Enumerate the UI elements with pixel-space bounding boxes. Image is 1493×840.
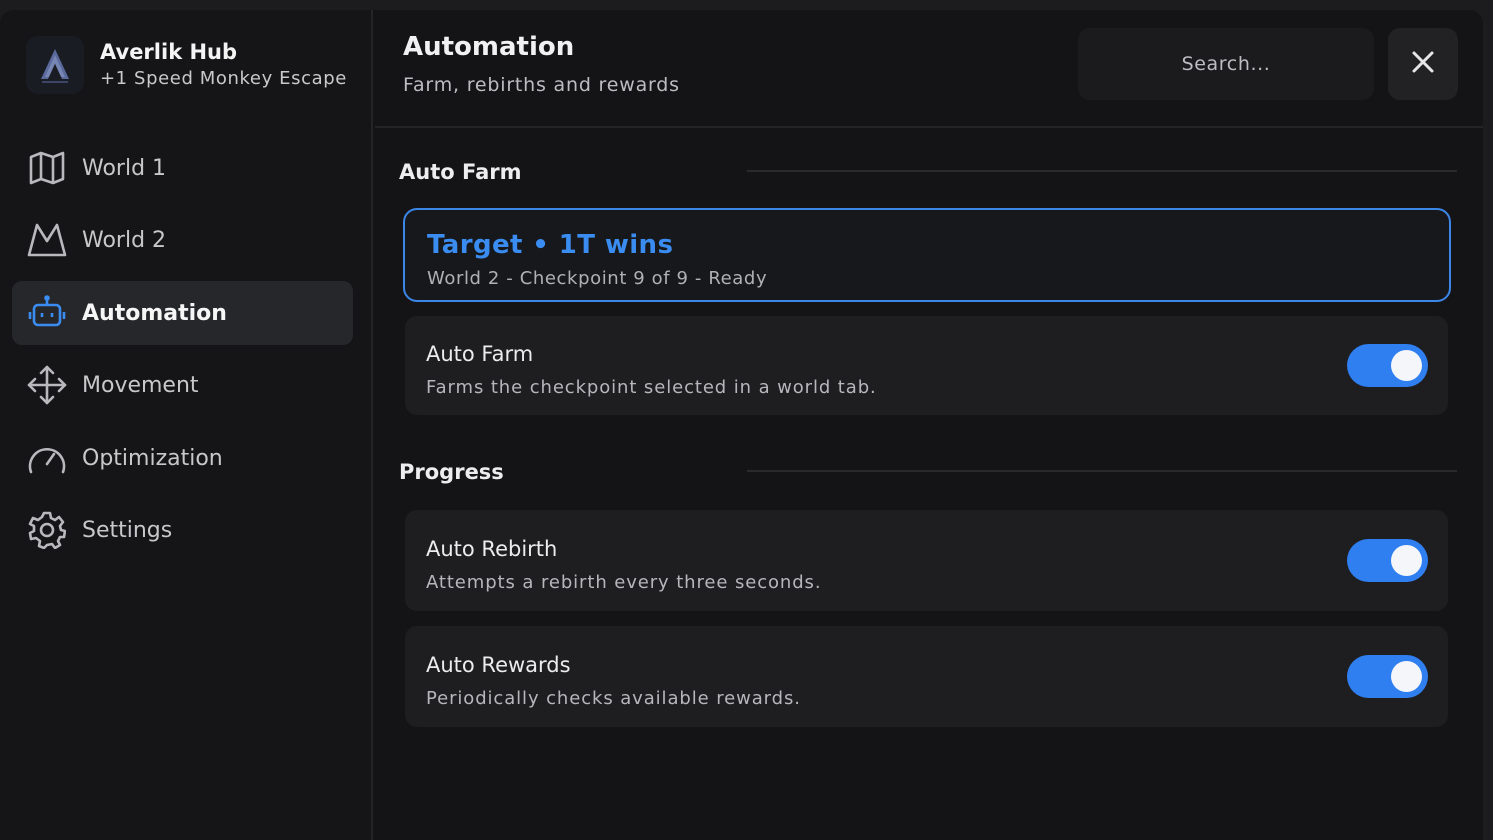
gauge-icon bbox=[27, 438, 67, 478]
robot-icon bbox=[27, 293, 67, 333]
sidebar-item-label: World 1 bbox=[82, 155, 167, 181]
toggle-knob bbox=[1391, 350, 1422, 381]
sidebar-item-movement[interactable]: Movement bbox=[12, 353, 353, 417]
sidebar: Averlik Hub +1 Speed Monkey Escape World… bbox=[0, 10, 373, 840]
main-panel: Automation Farm, rebirths and rewards Au… bbox=[375, 10, 1483, 840]
auto-rebirth-toggle[interactable] bbox=[1347, 539, 1428, 582]
auto-farm-card: Auto Farm Farms the checkpoint selected … bbox=[405, 316, 1448, 415]
close-icon bbox=[1411, 50, 1435, 78]
sidebar-item-automation[interactable]: Automation bbox=[12, 281, 353, 345]
page-subtitle: Farm, rebirths and rewards bbox=[403, 74, 680, 96]
target-card[interactable]: Target • 1T wins World 2 - Checkpoint 9 … bbox=[403, 208, 1451, 302]
section-title-progress: Progress bbox=[399, 460, 504, 484]
auto-farm-toggle[interactable] bbox=[1347, 344, 1428, 387]
auto-rebirth-title: Auto Rebirth bbox=[426, 537, 558, 561]
auto-farm-description: Farms the checkpoint selected in a world… bbox=[426, 377, 877, 398]
close-button[interactable] bbox=[1388, 28, 1458, 100]
header: Automation Farm, rebirths and rewards bbox=[375, 10, 1483, 128]
sidebar-item-label: Settings bbox=[82, 517, 173, 543]
app-window: Averlik Hub +1 Speed Monkey Escape World… bbox=[0, 10, 1483, 840]
logo-icon bbox=[26, 36, 84, 94]
auto-rebirth-card: Auto Rebirth Attempts a rebirth every th… bbox=[405, 510, 1448, 611]
sidebar-item-settings[interactable]: Settings bbox=[12, 498, 353, 562]
toggle-knob bbox=[1391, 661, 1422, 692]
sidebar-item-world-2[interactable]: World 2 bbox=[12, 208, 353, 272]
auto-rewards-card: Auto Rewards Periodically checks availab… bbox=[405, 626, 1448, 727]
sidebar-item-optimization[interactable]: Optimization bbox=[12, 426, 353, 490]
auto-farm-title: Auto Farm bbox=[426, 342, 534, 366]
auto-rewards-toggle[interactable] bbox=[1347, 655, 1428, 698]
toggle-knob bbox=[1391, 545, 1422, 576]
brand: Averlik Hub +1 Speed Monkey Escape bbox=[26, 36, 347, 94]
auto-rewards-title: Auto Rewards bbox=[426, 653, 571, 677]
gear-icon bbox=[27, 510, 67, 550]
section-divider bbox=[747, 470, 1457, 472]
target-title: Target • 1T wins bbox=[427, 230, 674, 260]
brand-subtitle: +1 Speed Monkey Escape bbox=[100, 68, 347, 89]
target-subtitle: World 2 - Checkpoint 9 of 9 - Ready bbox=[427, 268, 768, 289]
auto-rewards-description: Periodically checks available rewards. bbox=[426, 688, 801, 709]
search-input[interactable] bbox=[1078, 28, 1374, 100]
sidebar-item-label: Movement bbox=[82, 372, 199, 398]
map-icon bbox=[27, 148, 67, 188]
move-arrows-icon bbox=[27, 365, 67, 405]
page-title: Automation bbox=[403, 32, 575, 62]
sidebar-item-label: Automation bbox=[82, 300, 227, 326]
sidebar-item-world-1[interactable]: World 1 bbox=[12, 136, 353, 200]
sidebar-item-label: Optimization bbox=[82, 445, 223, 471]
section-title-auto-farm: Auto Farm bbox=[399, 160, 522, 184]
section-divider bbox=[747, 170, 1457, 172]
sidebar-item-label: World 2 bbox=[82, 227, 167, 253]
mountain-icon bbox=[27, 220, 67, 260]
auto-rebirth-description: Attempts a rebirth every three seconds. bbox=[426, 572, 822, 593]
brand-title: Averlik Hub bbox=[100, 40, 238, 64]
